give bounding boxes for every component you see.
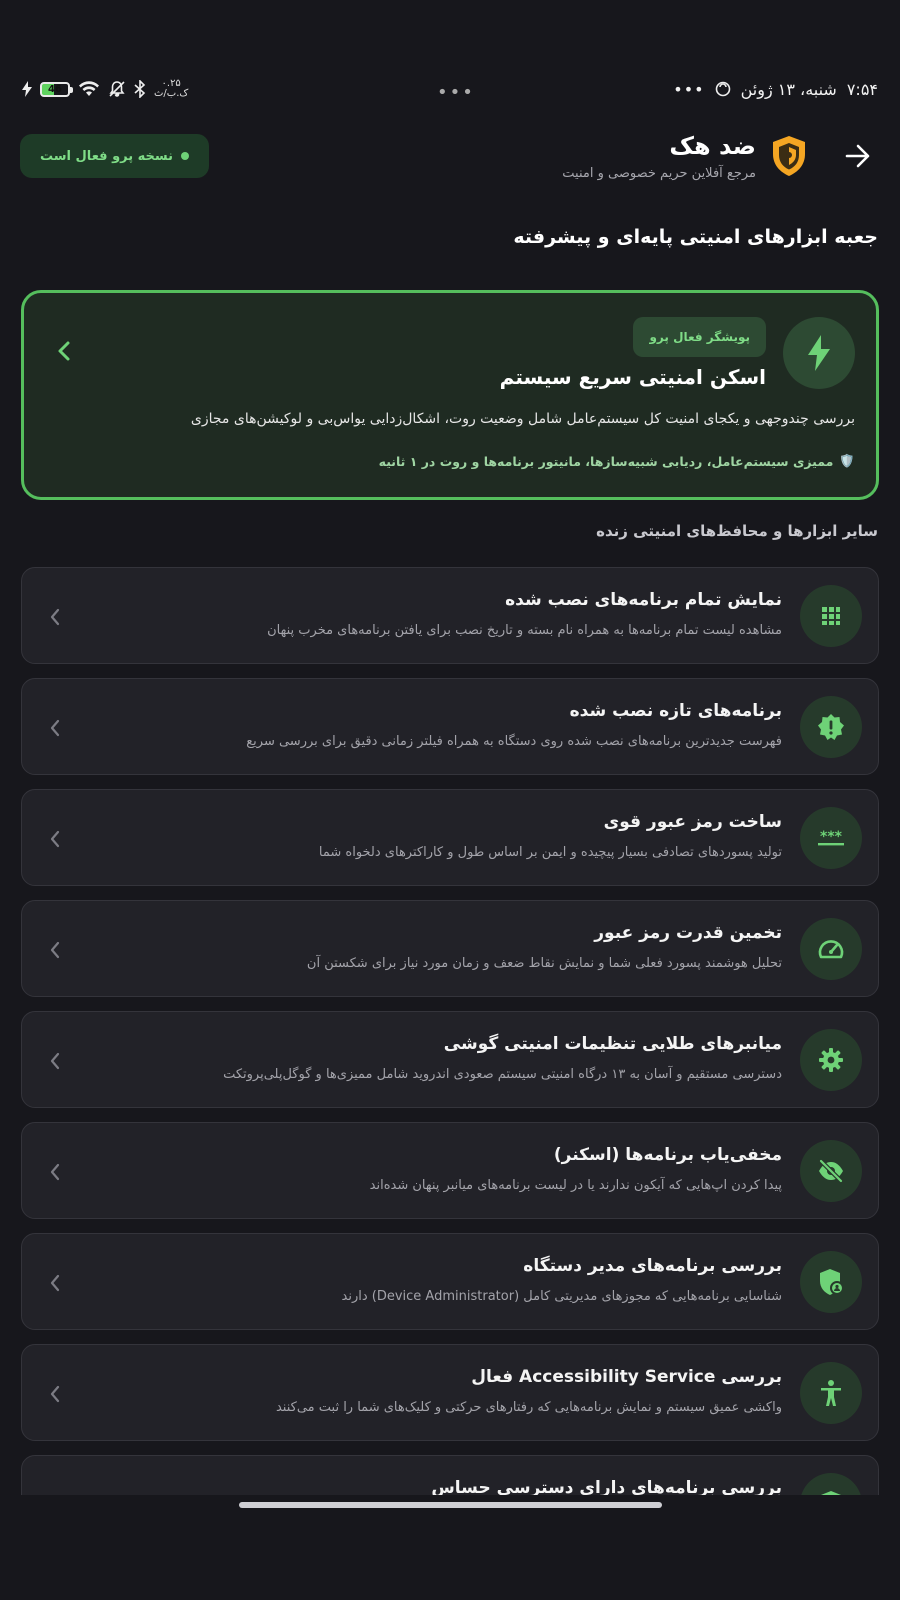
tool-description: پیدا کردن اپ‌هایی که آیکون ندارند یا در …	[369, 1178, 782, 1193]
tool-title: میانبرهای طلایی تنظیمات امنیتی گوشی	[443, 1034, 782, 1054]
pro-status-label: نسخه پرو فعال است	[40, 148, 174, 164]
bell-off-icon	[109, 81, 125, 97]
pro-status-dot	[181, 152, 190, 160]
tool-icon-circle	[800, 1473, 862, 1495]
chevron-left-icon	[50, 830, 60, 848]
section-title: جعبه ابزارهای امنیتی پایه‌ای و پیشرفته	[513, 226, 878, 248]
tools-list: نمایش تمام برنامه‌های نصب شده مشاهده لیس…	[21, 567, 879, 1495]
battery-level: 46	[48, 83, 62, 95]
tool-description: تولید پسوردهای تصادفی بسیار پیچیده و ایم…	[318, 845, 782, 860]
quick-scan-card[interactable]: پویشگر فعال پرو اسکن امنیتی سریع سیستم ب…	[21, 290, 879, 500]
battery-icon: 46	[40, 81, 73, 97]
tool-title: تخمین قدرت رمز عبور	[594, 923, 782, 943]
alert-badge-icon	[818, 714, 844, 740]
app-header: نسخه پرو فعال است ضد هک مرجع آفلاین حریم…	[20, 126, 880, 186]
app-titles: ضد هک مرجع آفلاین حریم خصوصی و امنیت	[562, 132, 756, 181]
feature-highlights-text: ممیزی سیستم‌عامل، ردیابی شبیه‌سازها، مان…	[378, 453, 834, 469]
admin-shield-icon	[820, 1269, 844, 1295]
chevron-left-icon	[50, 1163, 60, 1181]
tool-icon-circle	[800, 696, 862, 758]
tool-description: مشاهده لیست تمام برنامه‌ها به همراه نام …	[267, 623, 782, 638]
tool-description: فهرست جدیدترین برنامه‌های نصب شده روی دس…	[246, 734, 782, 749]
tool-password-strength[interactable]: تخمین قدرت رمز عبور تحلیل هوشمند پسورد ف…	[21, 900, 879, 997]
subsection-title: سایر ابزارها و محافظ‌های امنیتی زنده	[596, 522, 878, 540]
tool-description: تحلیل هوشمند پسورد فعلی شما و نمایش نقاط…	[306, 956, 782, 971]
chevron-left-icon	[50, 719, 60, 737]
bolt-icon	[808, 335, 830, 371]
status-date: شنبه، ۱۳ ژوئن	[740, 79, 837, 99]
status-left: 46 ۰.۲۵ ک.ب/ث	[22, 79, 188, 99]
password-icon: ***	[818, 829, 844, 846]
chevron-left-icon	[50, 1385, 60, 1403]
tool-installed-apps[interactable]: نمایش تمام برنامه‌های نصب شده مشاهده لیس…	[21, 567, 879, 664]
chevron-left-icon	[50, 941, 60, 959]
network-speed: ۰.۲۵ ک.ب/ث	[154, 78, 189, 99]
feature-title: اسکن امنیتی سریع سیستم	[499, 365, 766, 389]
shield-logo-icon	[773, 136, 805, 176]
screen: 46 ۰.۲۵ ک.ب/ث ۷:۵۴ شنبه، ۱۳ ژوئن ••• •••…	[0, 0, 900, 1600]
gear-icon	[819, 1048, 843, 1072]
tool-icon-circle	[800, 1362, 862, 1424]
tool-hidden-app-finder[interactable]: مخفی‌یاب برنامه‌ها (اسکنر) پیدا کردن اپ‌…	[21, 1122, 879, 1219]
chevron-left-icon	[50, 1274, 60, 1292]
feature-highlights: 🛡️ ممیزی سیستم‌عامل، ردیابی شبیه‌سازها، …	[379, 453, 855, 469]
chevron-left-icon	[50, 608, 60, 626]
tool-title: ساخت رمز عبور قوی	[603, 812, 782, 832]
tool-title: بررسی Accessibility Service فعال	[471, 1367, 782, 1387]
app-notification-icon	[715, 81, 730, 97]
tool-icon-circle	[800, 1251, 862, 1313]
home-indicator[interactable]	[239, 1502, 662, 1508]
tool-description: دسترسی مستقیم و آسان به ۱۳ درگاه امنیتی …	[223, 1067, 782, 1082]
tool-title: مخفی‌یاب برنامه‌ها (اسکنر)	[553, 1145, 782, 1165]
pro-status-chip[interactable]: نسخه پرو فعال است	[20, 134, 210, 178]
shield-emoji-icon: 🛡️	[839, 453, 855, 468]
svg-text:***: ***	[820, 829, 843, 845]
feature-icon-circle	[783, 317, 855, 389]
arrow-right-icon	[845, 144, 870, 168]
more-notifications: •••	[673, 79, 705, 99]
grid-icon	[822, 607, 840, 625]
top-handle-dots[interactable]: •••	[437, 82, 475, 103]
eye-off-icon	[819, 1159, 843, 1183]
wifi-icon	[79, 81, 99, 96]
feature-description: بررسی چندوجهی و یکجای امنیت کل سیستم‌عام…	[190, 411, 855, 427]
tool-icon-circle	[800, 1029, 862, 1091]
tool-security-shortcuts[interactable]: میانبرهای طلایی تنظیمات امنیتی گوشی دستر…	[21, 1011, 879, 1108]
app-title: ضد هک	[669, 131, 756, 160]
tool-accessibility-services[interactable]: بررسی Accessibility Service فعال واکشی ع…	[21, 1344, 879, 1441]
tool-title: بررسی برنامه‌های دارای دسترسی حساس	[431, 1478, 782, 1495]
header-right: ضد هک مرجع آفلاین حریم خصوصی و امنیت	[562, 132, 880, 181]
status-right: ۷:۵۴ شنبه، ۱۳ ژوئن •••	[673, 80, 878, 99]
tool-icon-circle	[800, 918, 862, 980]
chevron-left-icon	[50, 1052, 60, 1070]
tool-icon-circle	[800, 1140, 862, 1202]
tool-password-generator[interactable]: *** ساخت رمز عبور قوی تولید پسوردهای تصا…	[21, 789, 879, 886]
shield-icon	[821, 1491, 841, 1495]
tool-recent-apps[interactable]: برنامه‌های تازه نصب شده فهرست جدیدترین ب…	[21, 678, 879, 775]
tool-title: برنامه‌های تازه نصب شده	[569, 701, 782, 721]
bluetooth-icon	[134, 80, 146, 98]
tool-description: شناسایی برنامه‌هایی که مجوزهای مدیریتی ک…	[341, 1289, 782, 1304]
tool-title: بررسی برنامه‌های مدیر دستگاه	[523, 1256, 782, 1276]
status-time: ۷:۵۴	[846, 79, 878, 99]
tool-icon-circle: ***	[800, 807, 862, 869]
speedometer-icon	[818, 940, 844, 959]
tool-description: واکشی عمیق سیستم و نمایش برنامه‌هایی که …	[275, 1400, 782, 1415]
tool-icon-circle	[800, 585, 862, 647]
charging-icon	[22, 81, 32, 97]
tool-title: نمایش تمام برنامه‌های نصب شده	[505, 590, 782, 610]
app-subtitle: مرجع آفلاین حریم خصوصی و امنیت	[562, 165, 756, 181]
chevron-left-icon	[58, 341, 70, 361]
tool-sensitive-permissions[interactable]: بررسی برنامه‌های دارای دسترسی حساس	[21, 1455, 879, 1495]
tool-device-admin-apps[interactable]: بررسی برنامه‌های مدیر دستگاه شناسایی برن…	[21, 1233, 879, 1330]
pro-scanner-badge: پویشگر فعال پرو	[633, 317, 766, 357]
back-button[interactable]	[836, 134, 880, 178]
accessibility-icon	[821, 1380, 841, 1406]
